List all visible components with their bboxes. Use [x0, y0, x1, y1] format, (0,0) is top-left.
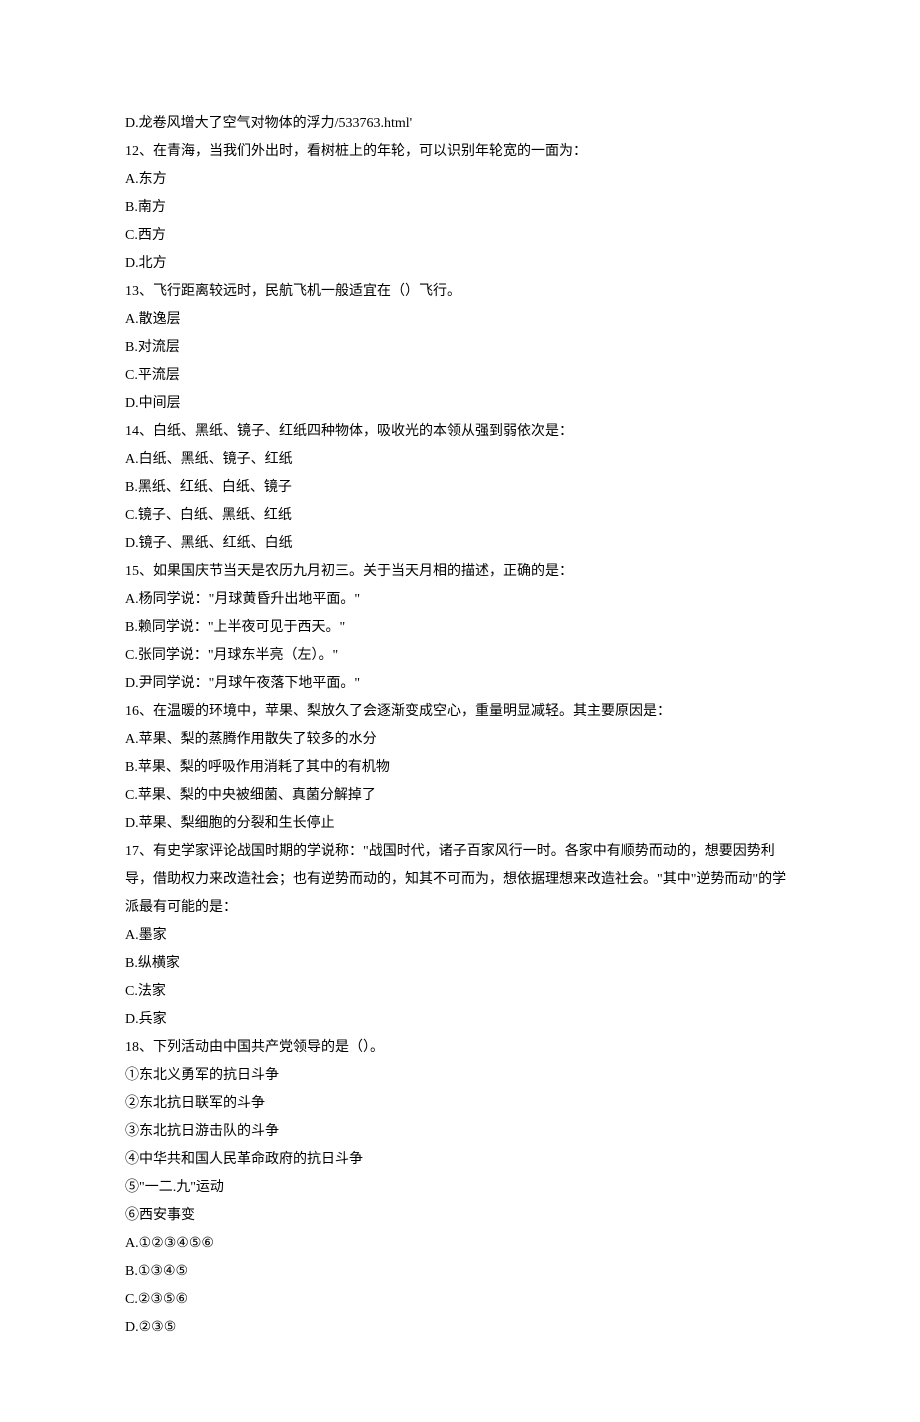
question-item: ④中华共和国人民革命政府的抗日斗争 [125, 1146, 795, 1174]
answer-option: A.墨家 [125, 922, 795, 950]
answer-option: D.苹果、梨细胞的分裂和生长停止 [125, 810, 795, 838]
question-item: ⑤"一二.九"运动 [125, 1174, 795, 1202]
question-stem: 16、在温暖的环境中，苹果、梨放久了会逐渐变成空心，重量明显减轻。其主要原因是： [125, 698, 795, 726]
answer-option: B.赖同学说："上半夜可见于西天。" [125, 614, 795, 642]
answer-option: D.②③⑤ [125, 1314, 795, 1342]
document-page: D.龙卷风增大了空气对物体的浮力/533763.html' 12、在青海，当我们… [0, 0, 920, 1422]
question-stem: 14、白纸、黑纸、镜子、红纸四种物体，吸收光的本领从强到弱依次是： [125, 418, 795, 446]
text-line: D.龙卷风增大了空气对物体的浮力/533763.html' [125, 110, 795, 138]
answer-option: B.黑纸、红纸、白纸、镜子 [125, 474, 795, 502]
answer-option: D.尹同学说："月球午夜落下地平面。" [125, 670, 795, 698]
answer-option: B.①③④⑤ [125, 1258, 795, 1286]
answer-option: A.东方 [125, 166, 795, 194]
question-stem: 13、飞行距离较远时，民航飞机一般适宜在（）飞行。 [125, 278, 795, 306]
question-stem: 12、在青海，当我们外出时，看树桩上的年轮，可以识别年轮宽的一面为： [125, 138, 795, 166]
answer-option: C.镜子、白纸、黑纸、红纸 [125, 502, 795, 530]
answer-option: C.西方 [125, 222, 795, 250]
answer-option: B.纵横家 [125, 950, 795, 978]
answer-option: A.白纸、黑纸、镜子、红纸 [125, 446, 795, 474]
answer-option: B.南方 [125, 194, 795, 222]
question-stem: 15、如果国庆节当天是农历九月初三。关于当天月相的描述，正确的是： [125, 558, 795, 586]
answer-option: A.苹果、梨的蒸腾作用散失了较多的水分 [125, 726, 795, 754]
answer-option: C.②③⑤⑥ [125, 1286, 795, 1314]
answer-option: D.兵家 [125, 1006, 795, 1034]
answer-option: C.平流层 [125, 362, 795, 390]
question-item: ①东北义勇军的抗日斗争 [125, 1062, 795, 1090]
question-item: ②东北抗日联军的斗争 [125, 1090, 795, 1118]
answer-option: D.北方 [125, 250, 795, 278]
answer-option: A.杨同学说："月球黄昏升出地平面。" [125, 586, 795, 614]
answer-option: B.对流层 [125, 334, 795, 362]
answer-option: C.苹果、梨的中央被细菌、真菌分解掉了 [125, 782, 795, 810]
answer-option: A.散逸层 [125, 306, 795, 334]
answer-option: A.①②③④⑤⑥ [125, 1230, 795, 1258]
question-item: ③东北抗日游击队的斗争 [125, 1118, 795, 1146]
question-stem: 17、有史学家评论战国时期的学说称："战国时代，诸子百家风行一时。各家中有顺势而… [125, 838, 795, 922]
answer-option: C.张同学说："月球东半亮（左）。" [125, 642, 795, 670]
question-stem: 18、下列活动由中国共产党领导的是（）。 [125, 1034, 795, 1062]
answer-option: D.镜子、黑纸、红纸、白纸 [125, 530, 795, 558]
answer-option: D.中间层 [125, 390, 795, 418]
answer-option: C.法家 [125, 978, 795, 1006]
answer-option: B.苹果、梨的呼吸作用消耗了其中的有机物 [125, 754, 795, 782]
question-item: ⑥西安事变 [125, 1202, 795, 1230]
